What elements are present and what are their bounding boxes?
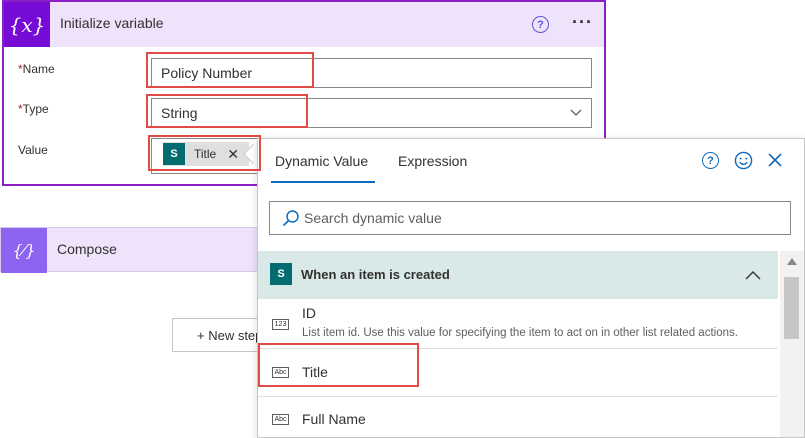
list-item-description: List item id. Use this value for specify… <box>302 327 738 339</box>
list-item-full-name[interactable]: Full Name <box>302 411 366 427</box>
trigger-section-header[interactable]: S When an item is created <box>258 251 778 299</box>
highlight-type-field <box>146 94 308 128</box>
initialize-variable-header[interactable]: {x} Initialize variable ? ··· <box>4 2 604 47</box>
card-title: Initialize variable <box>60 15 164 31</box>
scrollbar-thumb[interactable] <box>784 277 799 339</box>
variable-icon: {x} <box>4 2 50 47</box>
name-label-text: Name <box>22 62 55 76</box>
type-field-label: *Type <box>18 102 49 116</box>
section-title: When an item is created <box>301 267 450 282</box>
search-input[interactable]: Search dynamic value <box>269 201 791 235</box>
selected-tab-indicator <box>271 181 375 183</box>
new-step-button[interactable]: + New step <box>172 318 268 352</box>
scroll-up-arrow[interactable] <box>787 257 797 265</box>
close-icon[interactable] <box>767 152 783 168</box>
highlight-name-field <box>146 52 314 88</box>
text-icon: Abc <box>272 414 289 425</box>
help-icon[interactable]: ? <box>702 152 719 169</box>
dynamic-content-panel: Dynamic Value Expression ? Search dynami… <box>257 138 805 438</box>
search-icon <box>282 210 299 227</box>
tab-expression[interactable]: Expression <box>398 153 467 169</box>
sharepoint-icon: S <box>270 263 292 285</box>
help-icon[interactable]: ? <box>532 16 549 33</box>
divider <box>258 396 778 397</box>
list-item-id[interactable]: ID <box>302 305 316 321</box>
tab-dynamic-value[interactable]: Dynamic Value <box>275 153 368 169</box>
smile-icon[interactable] <box>734 151 753 170</box>
name-field-label: *Name <box>18 62 55 76</box>
highlight-value-token <box>148 135 261 171</box>
compose-card[interactable]: {⁄} Compose <box>0 227 266 273</box>
value-field-label: Value <box>18 143 48 157</box>
card-title: Compose <box>57 241 117 257</box>
type-label-text: Type <box>22 102 49 116</box>
highlight-title-item <box>258 343 419 387</box>
compose-icon: {⁄} <box>1 228 47 273</box>
number-icon: 123 <box>272 319 289 330</box>
scrollbar[interactable] <box>780 251 804 437</box>
chevron-up-icon[interactable] <box>745 268 761 282</box>
chevron-down-icon[interactable] <box>570 106 582 118</box>
more-icon[interactable]: ··· <box>572 12 593 33</box>
